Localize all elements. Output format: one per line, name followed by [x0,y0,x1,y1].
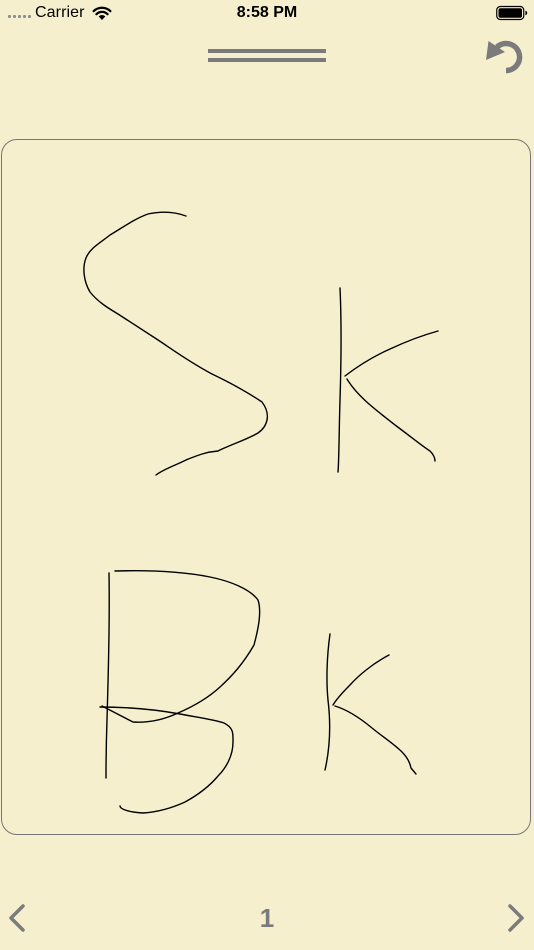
drawing-canvas[interactable] [1,139,531,835]
battery-icon [496,5,528,21]
status-bar: Carrier 8:58 PM [0,0,534,28]
stroke-letter-k-top-arm [344,330,439,377]
stroke-letter-s [83,211,269,476]
stroke-letter-k-bottom-arm [332,654,390,706]
stroke-letter-k-top-leg [346,378,436,462]
next-page-button[interactable] [505,902,529,934]
stroke-letter-b-top-bowl [101,570,261,723]
drag-handle-icon[interactable] [208,49,326,64]
stroke-letter-k-bottom-stem [324,633,331,771]
stroke-letter-k-bottom-leg [334,705,417,775]
page-number: 1 [259,903,275,933]
stroke-letter-b-stem [105,572,110,779]
stroke-letter-k-top-stem [337,287,342,473]
undo-button[interactable] [484,36,526,74]
stroke-letter-b-bottom-bowl [99,706,234,814]
chevron-right-icon [508,904,524,932]
undo-icon [486,40,523,74]
handwriting-strokes [83,211,439,814]
status-time: 8:58 PM [236,4,298,21]
